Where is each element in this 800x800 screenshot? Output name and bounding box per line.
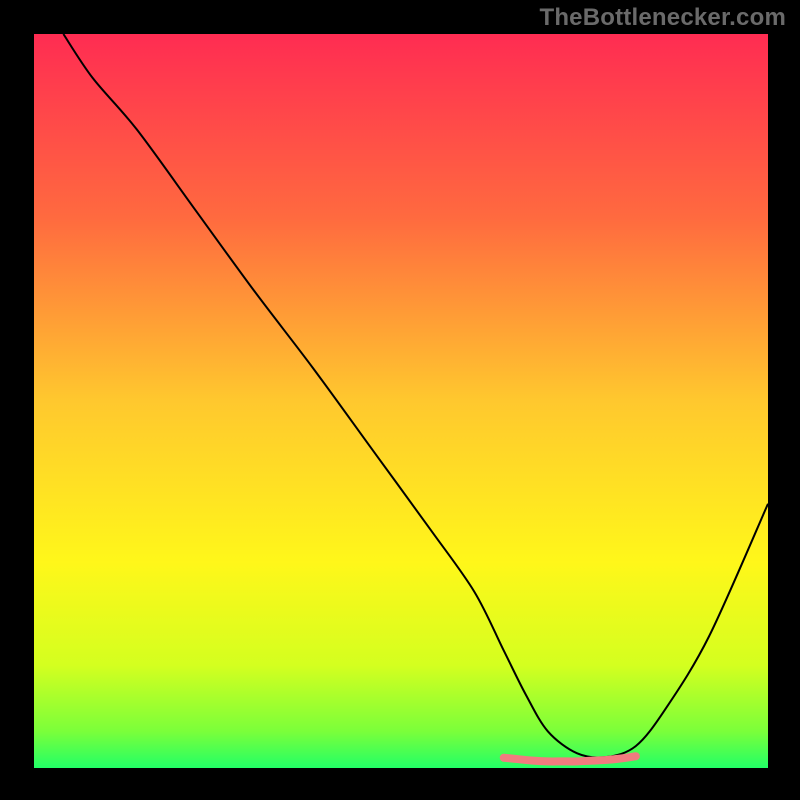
- chart-svg: [34, 34, 768, 768]
- watermark-text: TheBottlenecker.com: [539, 4, 786, 32]
- chart-container: TheBottlenecker.com: [0, 0, 800, 800]
- plot-area: [34, 34, 768, 768]
